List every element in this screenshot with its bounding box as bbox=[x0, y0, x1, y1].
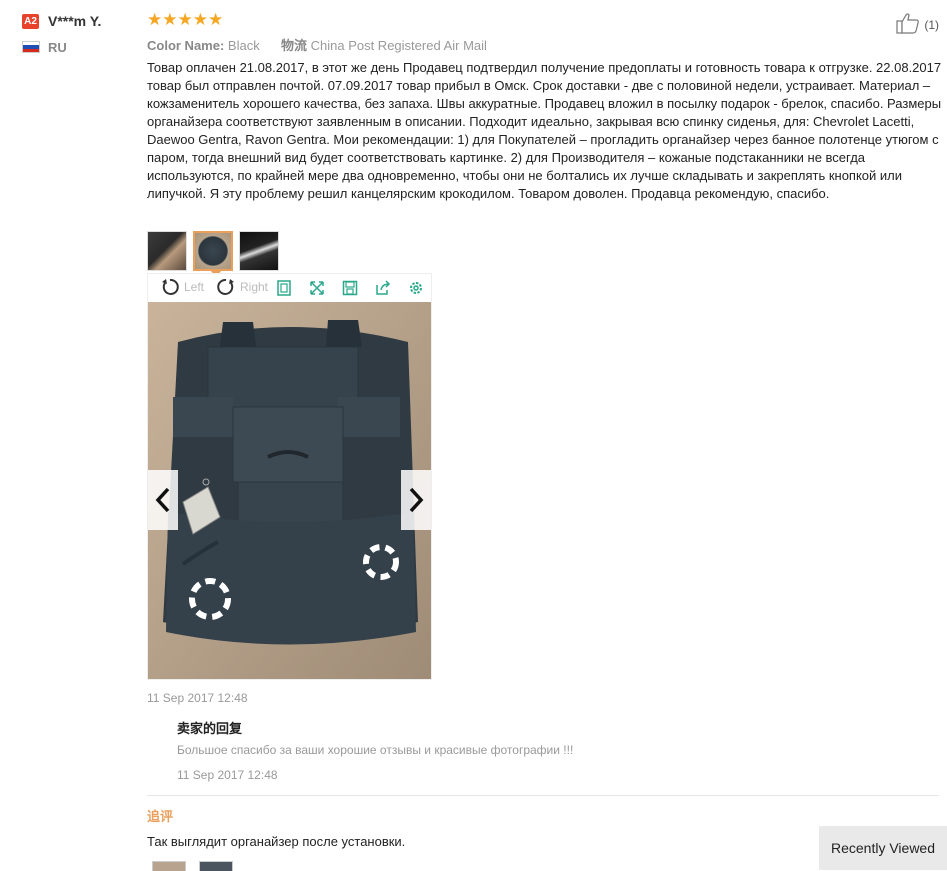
reviewer-name: V***m Y. bbox=[48, 13, 102, 29]
review-date: 11 Sep 2017 12:48 bbox=[147, 691, 248, 705]
settings-icon[interactable] bbox=[406, 278, 426, 298]
seller-reply-text: Большое спасибо за ваши хорошие отзывы и… bbox=[177, 743, 574, 757]
thumbs-up-icon[interactable] bbox=[896, 12, 920, 37]
previous-photo-button[interactable] bbox=[148, 470, 178, 530]
review-text: Товар оплачен 21.08.2017, в этот же день… bbox=[147, 60, 942, 201]
photo-thumbnails bbox=[147, 231, 279, 271]
seller-reply-title: 卖家的回复 bbox=[177, 721, 243, 736]
color-value: Black bbox=[227, 38, 260, 53]
next-photo-button[interactable] bbox=[401, 470, 431, 530]
reviewer-country: RU bbox=[48, 40, 67, 55]
share-icon[interactable] bbox=[373, 278, 393, 298]
color-label: Color Name: bbox=[147, 38, 225, 53]
additional-feedback-title: 追评 bbox=[147, 809, 174, 824]
review-photo-thumbnail[interactable] bbox=[193, 231, 233, 271]
rotate-right-button[interactable]: Right bbox=[216, 277, 268, 297]
rotate-right-label: Right bbox=[240, 280, 269, 294]
order-attributes: Color Name: Black 物流 China Post Register… bbox=[147, 35, 487, 54]
country-flag-icon bbox=[22, 41, 40, 53]
chevron-left-icon bbox=[155, 487, 170, 513]
photo-viewer: Left Right bbox=[147, 273, 432, 680]
fit-icon[interactable] bbox=[274, 278, 294, 298]
rotate-left-icon bbox=[162, 278, 179, 295]
additional-feedback-text: Так выглядит органайзер после установки. bbox=[147, 834, 406, 849]
helpful-button[interactable]: (1) bbox=[896, 12, 939, 37]
shipping-label: 物流 bbox=[280, 38, 307, 53]
seller-reply-date: 11 Sep 2017 12:48 bbox=[177, 768, 278, 782]
fullscreen-icon[interactable] bbox=[307, 278, 327, 298]
rotate-left-button[interactable]: Left bbox=[160, 277, 204, 297]
review-photo-thumbnail[interactable] bbox=[147, 231, 187, 271]
shipping-value: China Post Registered Air Mail bbox=[310, 38, 487, 53]
divider bbox=[147, 795, 939, 796]
recently-viewed-button[interactable]: Recently Viewed bbox=[819, 826, 947, 870]
rotate-left-label: Left bbox=[184, 280, 205, 294]
chevron-right-icon bbox=[409, 487, 424, 513]
helpful-count: (1) bbox=[924, 17, 939, 32]
review-photo-thumbnail[interactable] bbox=[239, 231, 279, 271]
review-photo bbox=[148, 302, 431, 679]
rotate-right-icon bbox=[217, 278, 234, 295]
viewer-toolbar: Left Right bbox=[148, 274, 431, 302]
star-rating: ★★★★★ bbox=[147, 10, 224, 29]
member-level-badge: A2 bbox=[22, 14, 39, 29]
save-icon[interactable] bbox=[340, 278, 360, 298]
